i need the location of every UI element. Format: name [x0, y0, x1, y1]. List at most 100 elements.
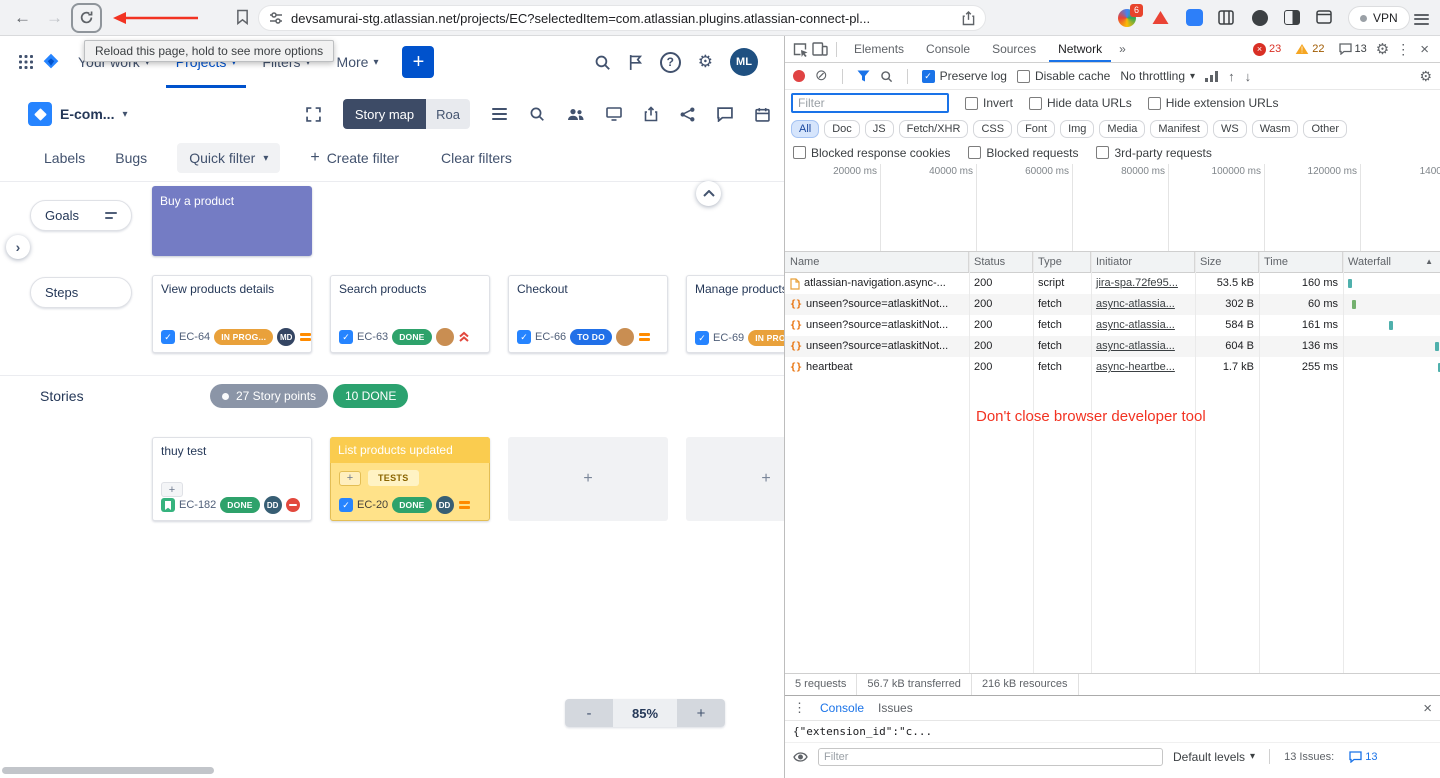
step-card[interactable]: Manage products ✓ EC-69 IN PROG... [686, 275, 784, 353]
devtools-close-icon[interactable]: × [1417, 41, 1432, 58]
filter-type-manifest[interactable]: Manifest [1150, 120, 1208, 138]
vpn-button[interactable]: VPN [1348, 6, 1410, 30]
user-avatar[interactable]: ML [730, 48, 758, 76]
network-conditions-icon[interactable] [1205, 71, 1218, 82]
filter-type-css[interactable]: CSS [973, 120, 1012, 138]
throttling-select[interactable]: No throttling ▾ [1120, 69, 1195, 83]
rows-icon[interactable] [492, 108, 507, 120]
step-card[interactable]: Checkout ✓ EC-66 TO DO [508, 275, 668, 353]
tab-console[interactable]: Console [917, 37, 979, 62]
assignee-avatar[interactable]: DD [436, 496, 454, 514]
clear-filters-button[interactable]: Clear filters [441, 150, 512, 166]
extension-blue-icon[interactable] [1186, 9, 1203, 26]
presentation-icon[interactable] [606, 107, 622, 121]
network-request-row[interactable]: {}unseen?source=atlaskitNot... 200 fetch… [785, 294, 1440, 315]
scroll-top-button[interactable] [696, 181, 721, 206]
story-card[interactable]: thuy test + EC-182 DONE DD [152, 437, 312, 521]
request-initiator[interactable]: async-atlassia... [1091, 294, 1195, 315]
quick-filter-dropdown[interactable]: Quick filter ▾ [177, 143, 280, 173]
sidebar-toggle-icon[interactable] [1284, 10, 1300, 25]
bookmark-icon[interactable] [236, 9, 249, 25]
assignee-avatar[interactable]: DD [264, 496, 282, 514]
zoom-out-button[interactable]: - [565, 699, 613, 727]
warning-badge[interactable]: ! 22 [1295, 43, 1324, 55]
col-name[interactable]: Name [785, 252, 969, 272]
network-request-row[interactable]: {}unseen?source=atlaskitNot... 200 fetch… [785, 336, 1440, 357]
add-label-button[interactable]: + [339, 471, 361, 486]
eye-icon[interactable] [793, 752, 808, 762]
network-request-row[interactable]: atlassian-navigation.async-... 200 scrip… [785, 273, 1440, 294]
request-initiator[interactable]: async-atlassia... [1091, 336, 1195, 357]
drawer-tab-console[interactable]: Console [820, 701, 864, 715]
blocked-response-cookies-checkbox[interactable]: Blocked response cookies [793, 146, 950, 160]
hide-extension-urls-checkbox[interactable]: Hide extension URLs [1148, 96, 1279, 110]
app-switcher-icon[interactable] [18, 54, 34, 70]
extension-board-icon[interactable] [1218, 10, 1234, 25]
col-size[interactable]: Size [1195, 252, 1259, 272]
bugs-filter[interactable]: Bugs [115, 150, 147, 166]
invert-checkbox[interactable]: Invert [965, 96, 1013, 110]
inspect-icon[interactable] [793, 42, 808, 57]
people-icon[interactable] [567, 108, 584, 121]
blocked-requests-checkbox[interactable]: Blocked requests [968, 146, 1078, 160]
create-filter-button[interactable]: + Create filter [310, 149, 399, 167]
step-card[interactable]: View products details ✓ EC-64 IN PROG...… [152, 275, 312, 353]
assignee-avatar[interactable]: MD [277, 328, 295, 346]
goal-card[interactable]: Buy a product [152, 186, 312, 256]
disable-cache-checkbox[interactable]: Disable cache [1017, 69, 1110, 83]
devtools-settings-icon[interactable]: ⚙ [1376, 40, 1389, 58]
forward-icon[interactable]: → [46, 8, 63, 28]
back-icon[interactable]: ← [14, 8, 31, 28]
network-settings-icon[interactable]: ⚙ [1419, 68, 1432, 85]
request-initiator[interactable]: async-heartbe... [1091, 357, 1195, 378]
storymap-view-button[interactable]: Story map [343, 99, 426, 129]
reload-button[interactable] [79, 10, 94, 25]
record-button[interactable] [793, 70, 805, 82]
export-icon[interactable] [644, 106, 658, 122]
goals-row-header[interactable]: Goals [30, 200, 132, 231]
project-name[interactable]: E-com... [60, 106, 114, 122]
filter-type-fetch[interactable]: Fetch/XHR [899, 120, 969, 138]
browser-menu-icon[interactable] [1414, 11, 1429, 27]
comment-icon[interactable] [717, 107, 733, 122]
site-settings-icon[interactable] [269, 11, 283, 25]
card-checkbox[interactable]: ✓ [339, 498, 353, 512]
filter-type-ws[interactable]: WS [1213, 120, 1247, 138]
search-icon[interactable] [594, 54, 611, 71]
sidebar-expand-button[interactable]: › [6, 235, 30, 259]
fullscreen-icon[interactable] [306, 107, 321, 122]
preserve-log-checkbox[interactable]: ✓ Preserve log [922, 69, 1007, 83]
create-issue-button[interactable]: + [402, 46, 434, 78]
add-label-button[interactable]: + [161, 482, 183, 497]
add-card-placeholder[interactable]: + [686, 437, 784, 521]
step-card[interactable]: Search products ✓ EC-63 DONE [330, 275, 490, 353]
error-badge[interactable]: × 23 [1253, 43, 1281, 56]
share-icon[interactable] [680, 107, 695, 122]
filter-type-img[interactable]: Img [1060, 120, 1094, 138]
request-initiator[interactable]: jira-spa.72fe95... [1091, 273, 1195, 294]
filter-type-doc[interactable]: Doc [824, 120, 860, 138]
third-party-requests-checkbox[interactable]: 3rd-party requests [1096, 146, 1211, 160]
clear-icon[interactable]: ⊘ [815, 69, 828, 83]
url-bar[interactable]: devsamurai-stg.atlassian.net/projects/EC… [258, 5, 986, 31]
story-card-selected[interactable]: List products updated + TESTS ✓ EC-20 DO… [330, 437, 490, 521]
hide-data-urls-checkbox[interactable]: Hide data URLs [1029, 96, 1132, 110]
filter-type-js[interactable]: JS [865, 120, 894, 138]
horizontal-scrollbar[interactable] [2, 767, 214, 774]
filter-toggle-icon[interactable] [857, 70, 870, 82]
share-page-icon[interactable] [962, 10, 975, 26]
filter-type-wasm[interactable]: Wasm [1252, 120, 1299, 138]
tab-sources[interactable]: Sources [983, 37, 1045, 62]
extension-triangle-icon[interactable] [1152, 10, 1169, 25]
col-initiator[interactable]: Initiator [1091, 252, 1195, 272]
col-type[interactable]: Type [1033, 252, 1091, 272]
filter-type-media[interactable]: Media [1099, 120, 1145, 138]
project-avatar[interactable] [28, 102, 52, 126]
col-status[interactable]: Status [969, 252, 1033, 272]
extension-circle-icon[interactable] [1252, 10, 1268, 26]
drawer-tab-issues[interactable]: Issues [878, 701, 913, 715]
labels-filter[interactable]: Labels [44, 150, 85, 166]
assignee-avatar[interactable] [616, 328, 634, 346]
col-waterfall[interactable]: Waterfall ▲ [1343, 252, 1440, 272]
network-request-row[interactable]: {}heartbeat 200 fetch async-heartbe... 1… [785, 357, 1440, 378]
